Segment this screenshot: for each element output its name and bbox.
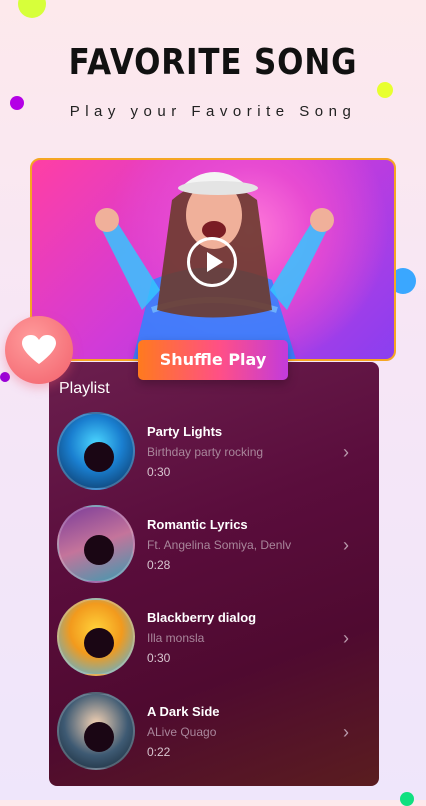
page-title: FAVORITE SONG: [68, 42, 358, 83]
decor-dot: [400, 792, 414, 806]
decor-dot: [377, 82, 393, 98]
decor-dot: [0, 372, 10, 382]
song-duration: 0:30: [147, 465, 171, 479]
song-cover: [57, 505, 135, 583]
shuffle-play-button[interactable]: Shuffle Play: [138, 340, 288, 380]
song-cover: [57, 598, 135, 676]
list-item[interactable]: Party Lights Birthday party rocking 0:30…: [49, 412, 379, 504]
song-artist: Illa monsla: [147, 631, 205, 645]
play-icon[interactable]: [187, 237, 237, 287]
song-artist: Birthday party rocking: [147, 445, 264, 459]
decor-dot: [18, 0, 46, 18]
list-item[interactable]: Romantic Lyrics Ft. Angelina Somiya, Den…: [49, 505, 379, 597]
favorite-badge[interactable]: [5, 316, 73, 384]
playlist-panel: Playlist Party Lights Birthday party roc…: [49, 362, 379, 786]
song-artist: Ft. Angelina Somiya, Denlv: [147, 538, 292, 552]
cover-center-dot: [84, 535, 114, 565]
song-title: Party Lights: [147, 424, 223, 439]
playlist-title: Playlist: [59, 380, 110, 397]
chevron-right-icon[interactable]: ›: [343, 628, 349, 649]
song-duration: 0:22: [147, 745, 171, 759]
cover-center-dot: [84, 628, 114, 658]
song-title: Blackberry dialog: [147, 610, 257, 625]
chevron-right-icon[interactable]: ›: [343, 442, 349, 463]
song-cover: [57, 692, 135, 770]
song-artist: ALive Quago: [147, 725, 217, 739]
chevron-right-icon[interactable]: ›: [343, 535, 349, 556]
cover-center-dot: [84, 722, 114, 752]
heart-icon: [22, 335, 56, 364]
hero-banner[interactable]: [30, 158, 396, 361]
song-title: A Dark Side: [147, 704, 220, 719]
song-duration: 0:28: [147, 558, 171, 572]
chevron-right-icon[interactable]: ›: [343, 722, 349, 743]
song-title: Romantic Lyrics: [147, 517, 248, 532]
song-cover: [57, 412, 135, 490]
page-subtitle: Play your Favorite Song: [69, 103, 357, 120]
song-duration: 0:30: [147, 651, 171, 665]
list-item[interactable]: A Dark Side ALive Quago 0:22 ›: [49, 692, 379, 784]
list-item[interactable]: Blackberry dialog Illa monsla 0:30 ›: [49, 598, 379, 690]
cover-center-dot: [84, 442, 114, 472]
